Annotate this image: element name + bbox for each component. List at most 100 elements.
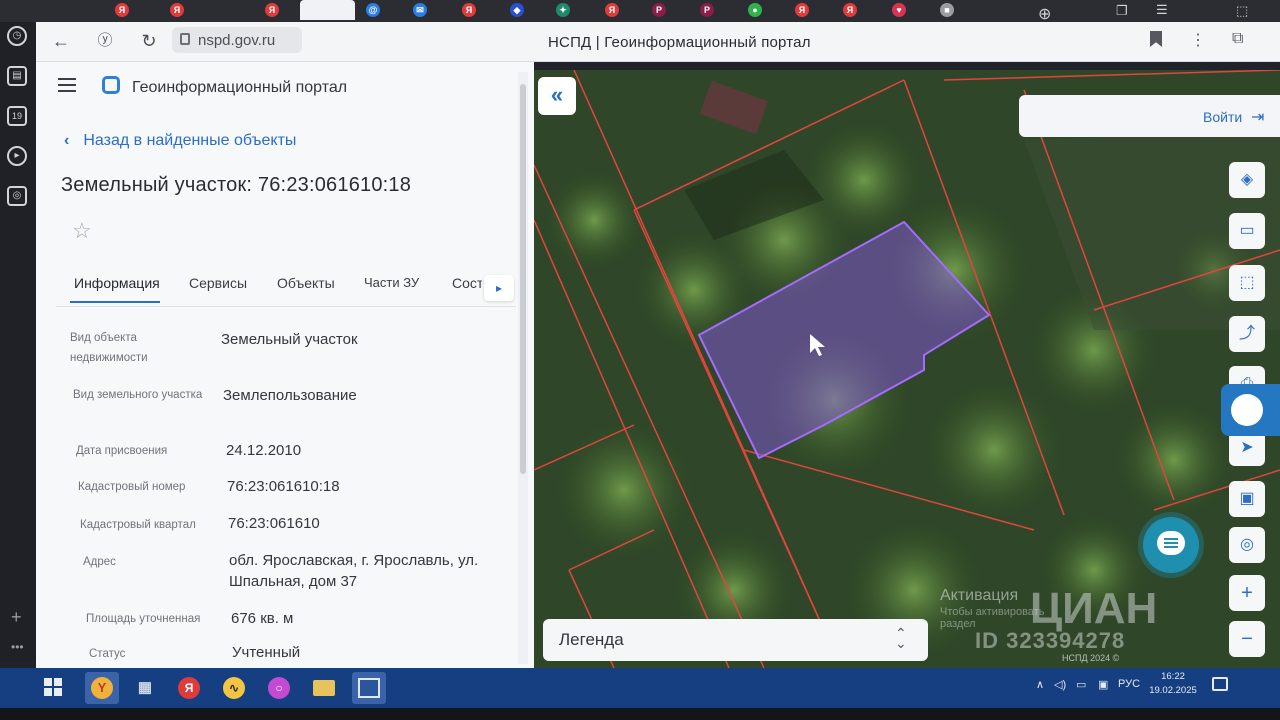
browser-tab-icon[interactable]: P	[652, 3, 666, 17]
select-area-icon[interactable]: ⬚	[1229, 265, 1265, 301]
satellite-map	[534, 70, 1280, 668]
browser-tab-icon[interactable]: ♥	[892, 3, 906, 17]
browser-side-rail: ◷ ▤ 19 ▸ ◎ + •••	[0, 22, 36, 662]
volume-icon[interactable]: ◁)	[1054, 678, 1066, 691]
browser-tab-icon[interactable]: ✉	[413, 3, 427, 17]
browser-tab-icon[interactable]: ■	[940, 3, 954, 17]
legend-dropdown[interactable]: Легенда ⌃ ⌄	[543, 619, 928, 661]
explorer-app-taskbar-icon[interactable]: ▦	[128, 672, 162, 704]
browser-tab-icon[interactable]: ●	[748, 3, 762, 17]
notifications-icon[interactable]	[1212, 677, 1228, 691]
share-icon[interactable]: ⤴	[1229, 316, 1265, 352]
field-value-cadastral-number: 76:23:061610:18	[227, 478, 340, 495]
login-button[interactable]: Войти	[1203, 109, 1242, 125]
tab-composition[interactable]: Соста	[452, 275, 482, 291]
browser-tab-icon[interactable]: Я	[170, 3, 184, 17]
screen: Я Я Я @ ✉ Я ◆ ✦ Я P P ● Я Я ♥ ■ ⊕ ❐ ☰ ⬚ ◷ ▤ 19 ▸ ◎ + ••…	[0, 0, 1280, 720]
history-icon[interactable]: ◷	[7, 26, 27, 46]
field-value-status: Учтенный	[232, 644, 301, 661]
chat-button[interactable]	[1143, 517, 1199, 573]
yandex-icon[interactable]: ⓨ	[92, 28, 118, 54]
url-field[interactable]: nspd.gov.ru	[172, 27, 302, 53]
add-panel-icon[interactable]: +	[11, 607, 22, 628]
watermark-brand: ЦИАН	[1030, 584, 1158, 633]
browser-tab-icon[interactable]: @	[366, 3, 380, 17]
tab-parts[interactable]: Части ЗУ	[364, 275, 419, 290]
alice-taskbar-icon[interactable]: ∿	[217, 672, 251, 704]
chat-icon	[1157, 531, 1185, 555]
browser-tab-icon[interactable]: P	[700, 3, 714, 17]
compass-icon[interactable]: ◎	[1229, 527, 1265, 563]
panel-scrollbar-thumb[interactable]	[520, 84, 526, 474]
messenger-taskbar-icon[interactable]: ○	[262, 672, 296, 704]
windows-start-icon[interactable]	[44, 678, 62, 696]
field-label-area: Площадь уточненная	[86, 613, 201, 625]
browser-tab-icon[interactable]: ✦	[556, 3, 570, 17]
monitor-bezel	[0, 708, 1280, 720]
word-taskbar-icon[interactable]	[352, 672, 386, 704]
browser-tab-icon[interactable]: Я	[265, 3, 279, 17]
window-restore-icon[interactable]: ❐	[1116, 3, 1128, 19]
field-label-status: Статус	[89, 648, 126, 660]
play-icon[interactable]: ▸	[7, 146, 27, 166]
tabs-next-button[interactable]: ▸	[484, 275, 514, 301]
extensions-icon[interactable]: ⧉	[1232, 30, 1243, 48]
zoom-in-button[interactable]: +	[1229, 575, 1265, 611]
map-view[interactable]	[534, 70, 1280, 668]
language-indicator[interactable]: РУС	[1118, 678, 1140, 690]
active-tab-indicator	[70, 301, 160, 303]
favorite-star-icon[interactable]: ☆	[72, 218, 92, 244]
field-label-parcel-type: Вид земельного участка	[73, 389, 203, 401]
browser-tab-icon[interactable]: Я	[843, 3, 857, 17]
bookmark-icon[interactable]	[1150, 31, 1162, 47]
back-to-results-link[interactable]: ‹ Назад в найденные объекты	[64, 132, 296, 150]
more-menu-icon[interactable]: ⋮	[1190, 30, 1206, 50]
screenshot-icon[interactable]: ◎	[7, 186, 27, 206]
lock-icon	[180, 33, 190, 45]
tab-objects[interactable]: Объекты	[277, 275, 335, 291]
page-title: НСПД | Геоинформационный портал	[548, 34, 811, 51]
network-icon[interactable]: ▣	[1098, 678, 1108, 691]
new-tab-icon[interactable]: ⊕	[1038, 4, 1051, 24]
ruler-icon[interactable]: ▭	[1229, 213, 1265, 249]
clock-date: 19.02.2025	[1149, 685, 1197, 696]
battery-icon[interactable]: ▭	[1076, 678, 1086, 691]
field-value-address: обл. Ярославская, г. Ярославль, ул. Шпал…	[229, 552, 479, 590]
tab-information[interactable]: Информация	[74, 275, 160, 291]
legend-label: Легенда	[559, 630, 624, 649]
field-label-object-type: Вид объекта недвижимости	[70, 332, 148, 364]
object-title: Земельный участок: 76:23:061610:18	[61, 174, 412, 196]
clock[interactable]: 16:22 19.02.2025	[1148, 670, 1198, 698]
feedback-badge[interactable]	[1221, 384, 1280, 436]
tab-active[interactable]	[300, 0, 355, 20]
yandex-taskbar-icon[interactable]: Я	[172, 672, 206, 704]
browser-tab-strip: Я Я Я @ ✉ Я ◆ ✦ Я P P ● Я Я ♥ ■ ⊕ ❐ ☰ ⬚	[0, 0, 1280, 24]
browser-tab-icon[interactable]: Я	[115, 3, 129, 17]
browser-tab-icon[interactable]: ◆	[510, 3, 524, 17]
calendar-icon[interactable]: 19	[7, 106, 27, 126]
window-minimize-icon[interactable]: ⬚	[1236, 3, 1248, 19]
yandex-browser-taskbar-icon[interactable]: Y	[85, 672, 119, 704]
field-label-cadastral-number: Кадастровый номер	[78, 481, 186, 493]
tray-expand-icon[interactable]: ∧	[1036, 678, 1044, 691]
back-arrow-icon[interactable]: ←	[48, 28, 74, 54]
watermark-activation-line-1: Чтобы активировать	[940, 606, 1045, 618]
browser-tab-icon[interactable]: Я	[605, 3, 619, 17]
collections-icon[interactable]: ▤	[7, 66, 27, 86]
collapse-panel-button[interactable]: «	[538, 77, 576, 115]
reload-icon[interactable]: ↻	[136, 28, 162, 54]
more-icon[interactable]: •••	[11, 640, 24, 654]
tab-services[interactable]: Сервисы	[189, 275, 247, 291]
zoom-out-button[interactable]: −	[1229, 621, 1265, 657]
browser-tab-icon[interactable]: Я	[795, 3, 809, 17]
url-text: nspd.gov.ru	[198, 32, 276, 49]
folder-taskbar-icon[interactable]	[307, 672, 341, 704]
basemap-icon[interactable]: ▣	[1229, 481, 1265, 517]
watermark-id: ID 323394278	[975, 628, 1126, 653]
login-icon[interactable]: ⇥	[1251, 107, 1264, 127]
field-value-object-type: Земельный участок	[221, 331, 358, 348]
menu-icon[interactable]	[58, 78, 76, 92]
layers-icon[interactable]: ◈	[1229, 162, 1265, 198]
window-menu-icon[interactable]: ☰	[1156, 2, 1168, 18]
browser-tab-icon[interactable]: Я	[462, 3, 476, 17]
